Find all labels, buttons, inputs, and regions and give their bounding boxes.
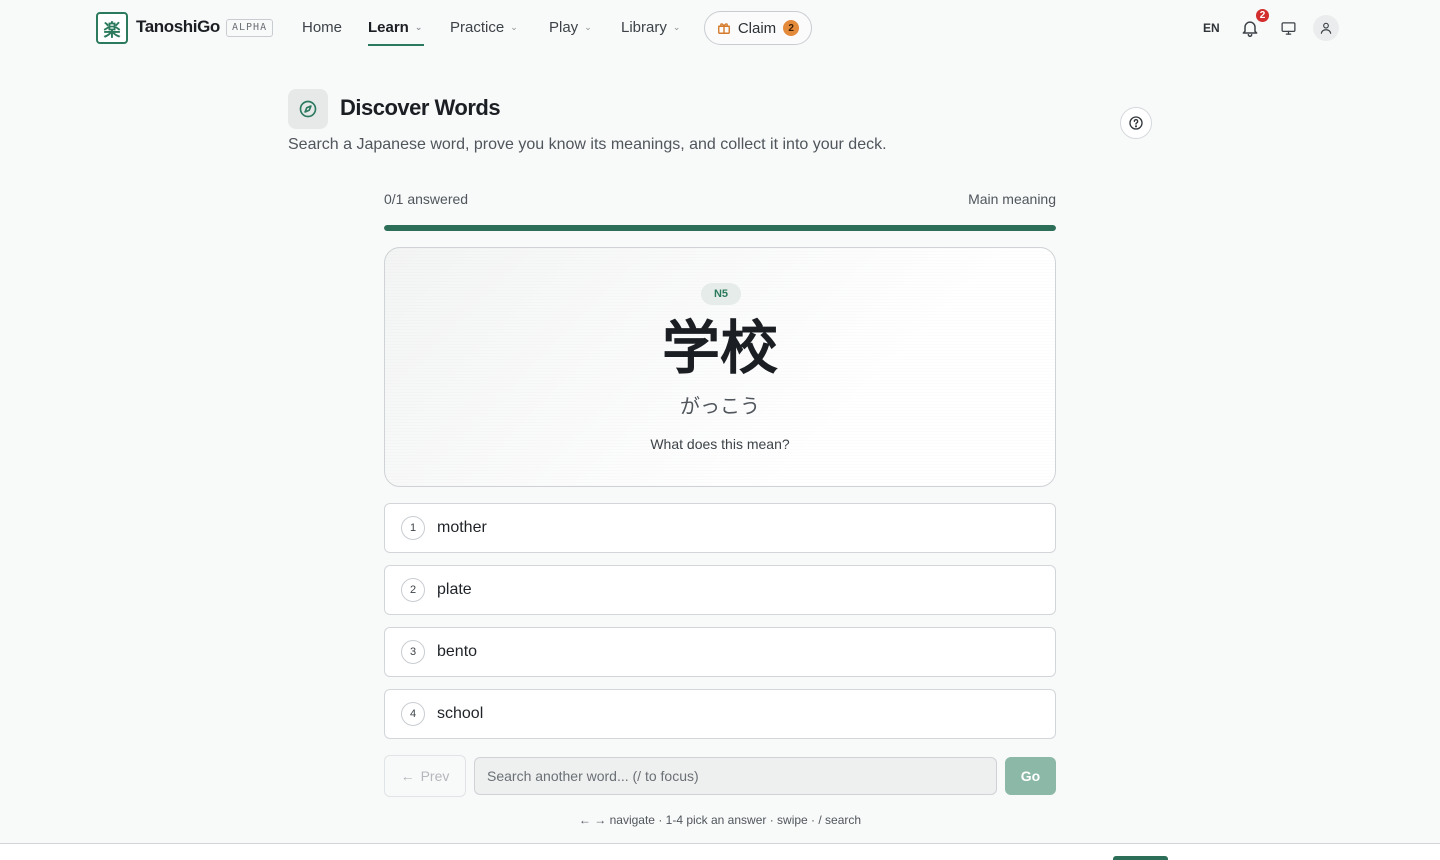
- jlpt-level-badge: N5: [701, 283, 741, 305]
- claim-label: Claim: [737, 19, 777, 37]
- word-reading: がっこう: [680, 394, 760, 418]
- top-nav: 楽 TanoshiGo ALPHA Home Learn ⌄ Practice …: [0, 0, 1440, 56]
- progress-bar: [384, 225, 1056, 231]
- option-number: 3: [401, 640, 425, 664]
- option-text: school: [437, 705, 484, 722]
- footer-button[interactable]: [1113, 856, 1168, 860]
- page-title: Discover Words: [340, 95, 501, 120]
- logo-icon[interactable]: 楽: [96, 12, 128, 44]
- option-text: plate: [437, 581, 472, 598]
- progress-bar-fill: [384, 225, 1056, 231]
- help-icon: [1129, 116, 1143, 130]
- claim-count-badge: 2: [783, 20, 800, 36]
- nav-home[interactable]: Home: [302, 19, 342, 36]
- monitor-icon: [1280, 21, 1296, 35]
- page-icon: [288, 89, 328, 129]
- brand-name[interactable]: TanoshiGo: [136, 17, 220, 37]
- nav-practice-label: Practice: [450, 19, 505, 36]
- keyboard-hint: ← → navigate · 1-4 pick an answer · swip…: [0, 813, 1440, 827]
- search-input[interactable]: [474, 757, 997, 795]
- nav-home-label: Home: [302, 19, 343, 36]
- gift-icon: [717, 23, 730, 34]
- nav-play[interactable]: Play ⌄: [549, 19, 592, 36]
- quiz-mode-label: Main meaning: [968, 191, 1056, 207]
- help-button[interactable]: [1120, 107, 1152, 139]
- footer: [0, 844, 1440, 860]
- nav-learn[interactable]: Learn ⌄: [368, 19, 422, 36]
- user-avatar-button[interactable]: [1313, 15, 1339, 41]
- prev-label: Prev: [420, 768, 450, 784]
- chevron-down-icon: ⌄: [510, 22, 518, 32]
- arrow-left-icon: ←: [578, 813, 591, 827]
- answer-option-1[interactable]: 1 mother: [384, 503, 1056, 553]
- display-button[interactable]: [1275, 15, 1301, 41]
- word-kanji: 学校: [661, 314, 778, 382]
- chevron-down-icon: ⌄: [672, 22, 681, 32]
- answer-option-4[interactable]: 4 school: [384, 689, 1056, 739]
- notification-count-badge: 2: [1255, 8, 1270, 23]
- keyboard-hint-text: navigate · 1-4 pick an answer · swipe · …: [609, 813, 862, 827]
- nav-learn-label: Learn: [368, 19, 409, 36]
- language-selector[interactable]: EN: [1203, 21, 1220, 35]
- answer-option-3[interactable]: 3 bento: [384, 627, 1056, 677]
- chevron-down-icon: ⌄: [584, 22, 592, 32]
- option-number: 1: [401, 516, 425, 540]
- answered-count: 0/1 answered: [384, 191, 469, 207]
- option-text: mother: [437, 519, 487, 536]
- go-button[interactable]: Go: [1005, 757, 1056, 795]
- arrow-left-icon: ←: [400, 768, 415, 784]
- nav-play-label: Play: [549, 19, 579, 36]
- prev-button[interactable]: ← Prev: [384, 755, 466, 797]
- option-number: 2: [401, 578, 425, 602]
- nav-library[interactable]: Library ⌄: [621, 19, 680, 36]
- active-nav-indicator: [368, 44, 424, 46]
- question-prompt: What does this mean?: [650, 436, 790, 452]
- word-card: N5 学校 がっこう What does this mean?: [384, 247, 1056, 487]
- nav-practice[interactable]: Practice ⌄: [450, 19, 518, 36]
- answer-option-2[interactable]: 2 plate: [384, 565, 1056, 615]
- arrow-right-icon: →: [594, 813, 607, 827]
- claim-button[interactable]: Claim 2: [704, 11, 812, 45]
- user-icon: [1320, 22, 1332, 34]
- compass-icon: [299, 100, 317, 118]
- alpha-badge: ALPHA: [226, 19, 274, 37]
- option-text: bento: [437, 643, 478, 660]
- chevron-down-icon: ⌄: [414, 22, 423, 32]
- option-number: 4: [401, 702, 425, 726]
- nav-library-label: Library: [621, 19, 667, 36]
- page-subtitle: Search a Japanese word, prove you know i…: [288, 136, 887, 153]
